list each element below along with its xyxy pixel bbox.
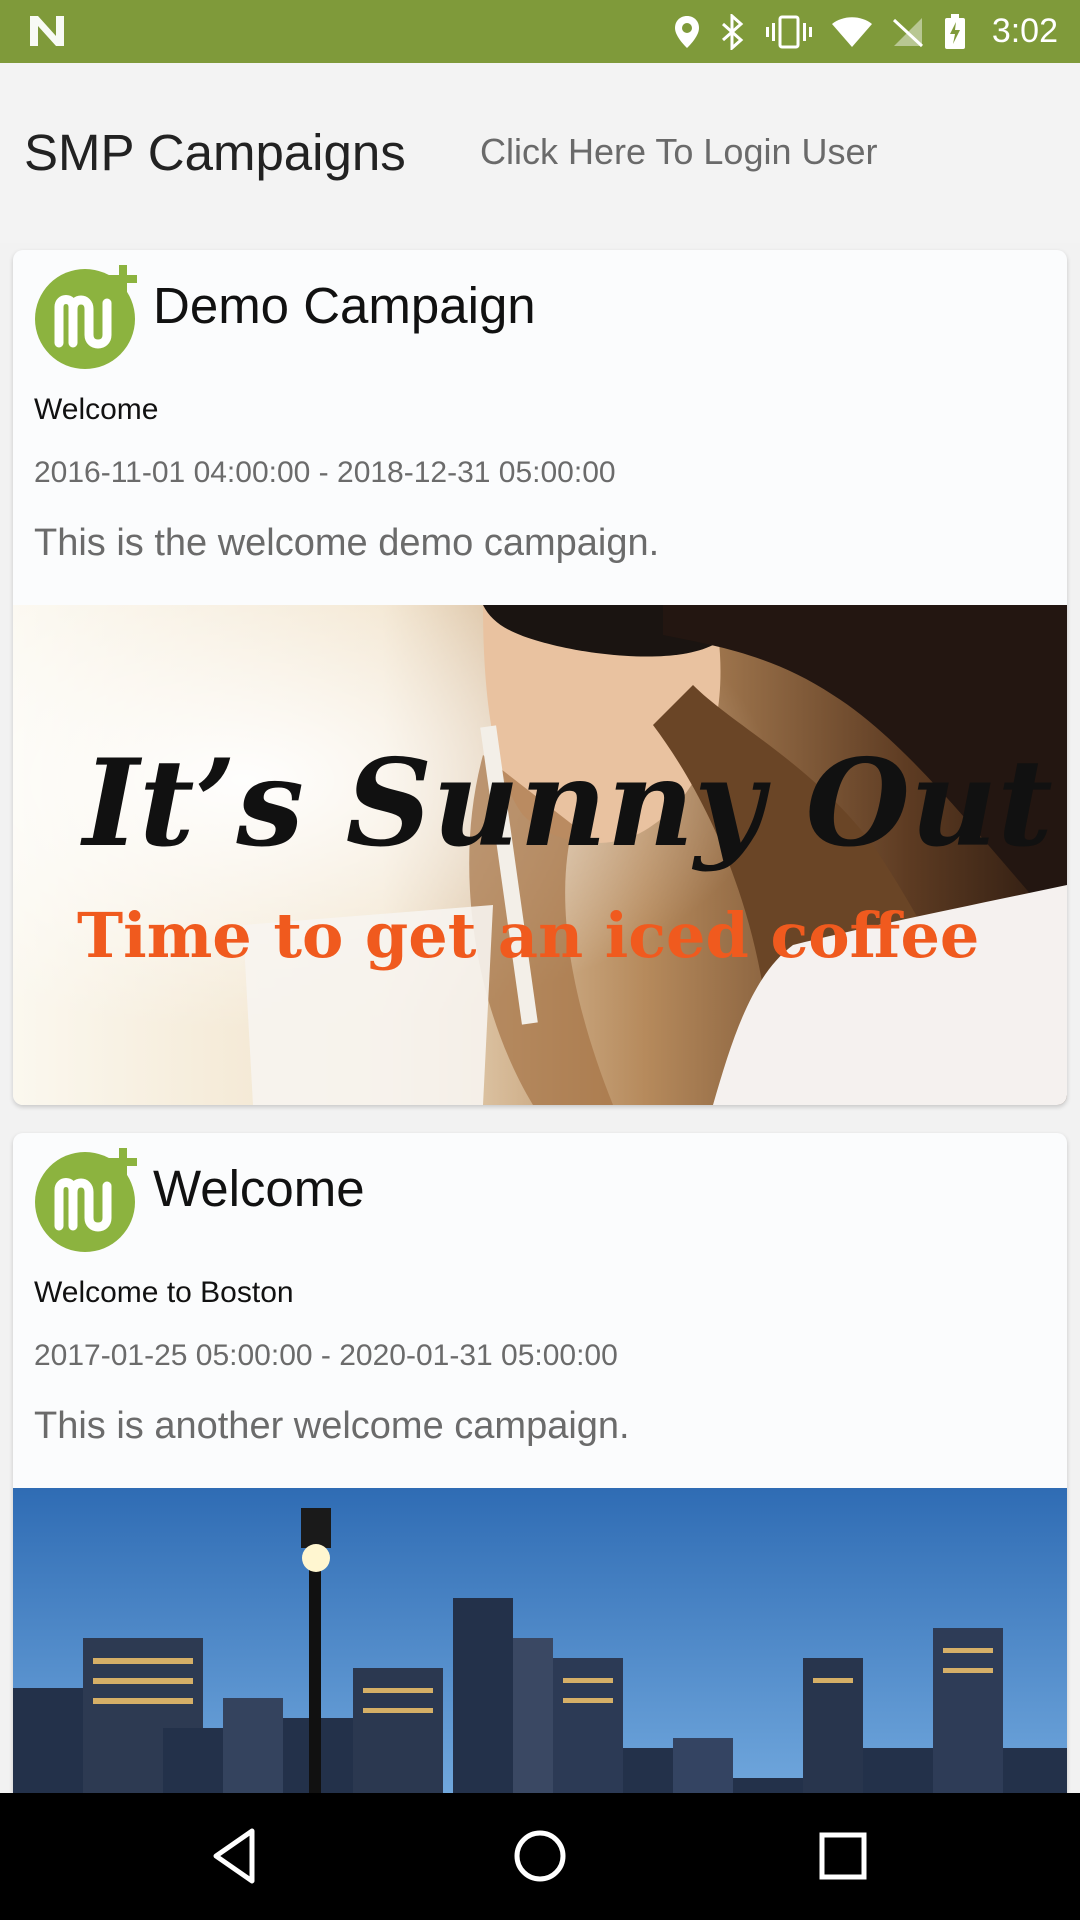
ad-tagline: Time to get an iced coffee [77,899,979,972]
campaign-card[interactable]: Demo Campaign Welcome 2016-11-01 04:00:0… [13,250,1067,1105]
mplus-logo-icon [35,1148,137,1252]
campaign-image[interactable] [13,1488,1067,1793]
home-icon [514,1830,566,1882]
back-icon [213,1828,255,1884]
campaign-card[interactable]: Welcome Welcome to Boston 2017-01-25 05:… [13,1133,1067,1793]
mplus-logo-icon [35,265,137,369]
recents-icon [819,1832,867,1880]
campaign-image[interactable]: It’s Sunny Out Time to get an iced coffe… [13,605,1067,1105]
system-navigation-bar [0,1793,1080,1920]
no-signal-icon [892,17,923,47]
back-button[interactable] [202,1823,268,1889]
battery-icon [944,13,965,49]
location-icon [674,15,699,48]
campaign-title: Welcome [153,1160,365,1217]
home-button[interactable] [507,1823,573,1889]
vibrate-icon [765,15,812,48]
app-header: SMP Campaigns Click Here To Login User [0,63,1080,243]
iced-coffee-ad-image: It’s Sunny Out Time to get an iced coffe… [13,605,1067,1105]
campaign-subtitle: Welcome to Boston [34,1276,294,1309]
campaign-dates: 2017-01-25 05:00:00 - 2020-01-31 05:00:0… [34,1339,618,1372]
bluetooth-icon [721,13,744,50]
campaign-title: Demo Campaign [153,277,536,334]
campaign-subtitle: Welcome [34,393,159,426]
campaign-description: This is another welcome campaign. [34,1405,630,1447]
notification-n-icon [30,16,64,46]
boston-skyline-image [13,1488,1067,1793]
recents-button[interactable] [810,1823,876,1889]
status-bar: 3:02 [0,0,1080,63]
campaign-description: This is the welcome demo campaign. [34,522,660,564]
login-button[interactable]: Click Here To Login User [480,131,878,173]
clock: 3:02 [991,12,1058,50]
campaign-dates: 2016-11-01 04:00:00 - 2018-12-31 05:00:0… [34,456,616,489]
campaign-list: Demo Campaign Welcome 2016-11-01 04:00:0… [0,243,1080,1793]
page-title: SMP Campaigns [24,124,406,181]
ad-headline: It’s Sunny Out [80,733,1053,874]
wifi-icon [831,16,872,47]
